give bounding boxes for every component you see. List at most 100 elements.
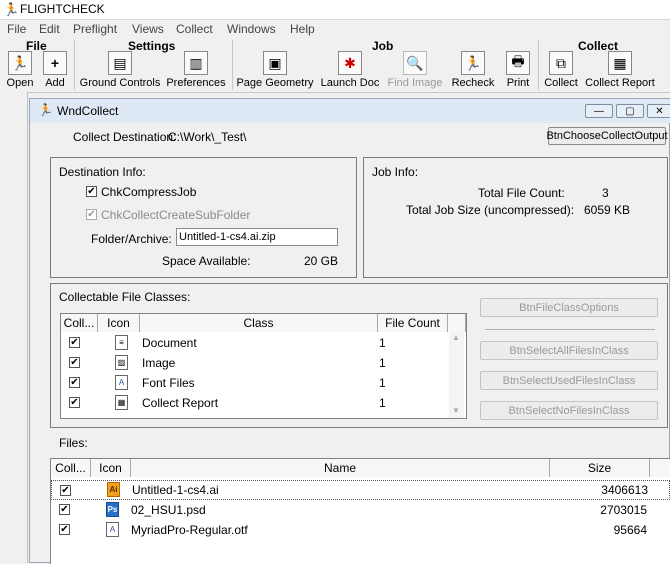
menu-collect[interactable]: Collect <box>176 22 213 36</box>
collect-button[interactable]: ⧉ Collect <box>542 51 580 89</box>
menu-views[interactable]: Views <box>132 22 164 36</box>
class-row[interactable]: ✔ ≡ Document 1 <box>61 333 466 353</box>
class-row[interactable]: ✔ A Font Files 1 <box>61 373 466 393</box>
menu-file[interactable]: File <box>7 22 26 36</box>
row-checkbox[interactable]: ✔ <box>69 357 80 368</box>
compress-job-checkbox[interactable]: ✔ <box>86 186 97 197</box>
col-size-header[interactable]: Size <box>550 459 650 477</box>
folder-archive-input[interactable] <box>176 228 338 246</box>
collect-report-label: Collect Report <box>585 77 655 89</box>
row-checkbox[interactable]: ✔ <box>59 524 70 535</box>
class-name: Collect Report <box>142 396 219 410</box>
page-geometry-button[interactable]: ▣ Page Geometry <box>236 51 314 89</box>
class-count: 1 <box>379 356 386 370</box>
page-geometry-label: Page Geometry <box>236 77 314 89</box>
collect-destination-value: C:\Work\_Test\ <box>168 130 247 144</box>
divider <box>485 329 655 330</box>
file-size: 95664 <box>613 523 647 537</box>
class-name: Image <box>142 356 176 370</box>
print-icon: 🖶 <box>506 51 530 75</box>
total-job-size-value: 6059 KB <box>584 203 631 217</box>
col-coll-header[interactable]: Coll... <box>51 459 91 477</box>
print-button[interactable]: 🖶 Print <box>503 51 533 89</box>
ground-controls-button[interactable]: ▤ Ground Controls <box>78 51 162 89</box>
row-checkbox[interactable]: ✔ <box>69 397 80 408</box>
ground-controls-icon: ▤ <box>108 51 132 75</box>
maximize-button[interactable]: ▢ <box>616 104 644 118</box>
class-list-scrollbar[interactable]: ▲ ▼ <box>449 332 464 418</box>
file-classes-frame: Collectable File Classes: Coll... Icon C… <box>50 283 668 428</box>
menu-preflight[interactable]: Preflight <box>73 22 117 36</box>
ai-file-icon: Ai <box>107 482 120 497</box>
select-no-files-button[interactable]: BtnSelectNoFilesInClass <box>480 401 658 420</box>
file-classes-table: Coll... Icon Class File Count ✔ ≡ Docume… <box>60 313 467 419</box>
col-icon-header[interactable]: Icon <box>91 459 131 477</box>
menu-edit[interactable]: Edit <box>39 22 60 36</box>
row-checkbox[interactable]: ✔ <box>69 377 80 388</box>
print-label: Print <box>506 77 530 89</box>
close-button[interactable]: ✕ <box>647 104 670 118</box>
create-subfolder-label: ChkCollectCreateSubFolder <box>101 208 251 222</box>
app-title: FLIGHTCHECK <box>20 2 105 16</box>
job-info-title: Job Info: <box>372 165 419 179</box>
class-row[interactable]: ✔ ▦ Collect Report 1 <box>61 393 466 413</box>
class-row[interactable]: ✔ ▨ Image 1 <box>61 353 466 373</box>
window-titlebar: 🏃 WndCollect — ▢ ✕ <box>30 99 670 123</box>
total-file-count-label: Total File Count: <box>478 186 565 200</box>
compress-job-label: ChkCompressJob <box>101 185 197 199</box>
preferences-button[interactable]: ▥ Preferences <box>164 51 228 89</box>
file-size: 3406613 <box>601 483 648 497</box>
find-image-label: Find Image <box>387 77 443 89</box>
file-row[interactable]: ✔ Ps 02_HSU1.psd 2703015 <box>51 500 670 520</box>
scroll-down-icon[interactable]: ▼ <box>452 406 460 415</box>
toolbar: File Settings Job Collect 🏃 Open + Add ▤… <box>0 38 670 93</box>
page-geometry-icon: ▣ <box>263 51 287 75</box>
file-class-options-button[interactable]: BtnFileClassOptions <box>480 298 658 317</box>
minimize-button[interactable]: — <box>585 104 613 118</box>
psd-file-icon: Ps <box>106 502 119 517</box>
col-name-header[interactable]: Name <box>131 459 550 477</box>
destination-info-frame: Destination Info: ✔ ChkCompressJob ✔ Chk… <box>50 157 357 278</box>
launch-doc-button[interactable]: ✱ Launch Doc <box>318 51 382 89</box>
destination-info-title: Destination Info: <box>59 165 146 179</box>
create-subfolder-checkbox[interactable]: ✔ <box>86 209 97 220</box>
image-icon: ▨ <box>115 355 128 370</box>
report-icon: ▦ <box>115 395 128 410</box>
choose-collect-output-button[interactable]: BtnChooseCollectOutput <box>546 127 668 145</box>
header-filler <box>448 314 466 332</box>
collect-icon: ⧉ <box>549 51 573 75</box>
find-image-button[interactable]: 🔍 Find Image <box>386 51 444 89</box>
col-class-header[interactable]: Class <box>140 314 378 332</box>
launch-doc-label: Launch Doc <box>320 77 380 89</box>
menubar: File Edit Preflight Views Collect Window… <box>0 20 670 38</box>
open-icon: 🏃 <box>8 51 32 75</box>
row-checkbox[interactable]: ✔ <box>59 504 70 515</box>
col-coll-header[interactable]: Coll... <box>61 314 98 332</box>
add-button[interactable]: + Add <box>40 51 70 89</box>
left-panel-strip <box>0 92 28 563</box>
col-icon-header[interactable]: Icon <box>98 314 140 332</box>
space-available-value: 20 GB <box>304 254 339 268</box>
scroll-up-icon[interactable]: ▲ <box>452 333 460 342</box>
select-all-files-button[interactable]: BtnSelectAllFilesInClass <box>480 341 658 360</box>
class-count: 1 <box>379 396 386 410</box>
class-count: 1 <box>379 376 386 390</box>
file-row[interactable]: ✔ A MyriadPro-Regular.otf 95664 <box>51 520 670 540</box>
file-row[interactable]: ✔ Ai Untitled-1-cs4.ai 3406613 <box>51 480 670 500</box>
total-job-size-label: Total Job Size (uncompressed): <box>406 203 575 217</box>
row-checkbox[interactable]: ✔ <box>69 337 80 348</box>
recheck-button[interactable]: 🏃 Recheck <box>448 51 498 89</box>
folder-archive-label: Folder/Archive: <box>91 232 172 246</box>
files-table: Coll... Icon Name Size ✔ Ai Untitled-1-c… <box>50 458 670 564</box>
menu-help[interactable]: Help <box>290 22 315 36</box>
open-button[interactable]: 🏃 Open <box>4 51 36 89</box>
file-name: Untitled-1-cs4.ai <box>132 483 219 497</box>
menu-windows[interactable]: Windows <box>227 22 276 36</box>
col-file-count-header[interactable]: File Count <box>378 314 448 332</box>
collect-report-button[interactable]: ▦ Collect Report <box>584 51 656 89</box>
collect-label: Collect <box>544 77 578 89</box>
row-checkbox[interactable]: ✔ <box>60 485 71 496</box>
file-name: 02_HSU1.psd <box>131 503 206 517</box>
file-name: MyriadPro-Regular.otf <box>131 523 248 537</box>
select-used-files-button[interactable]: BtnSelectUsedFilesInClass <box>480 371 658 390</box>
